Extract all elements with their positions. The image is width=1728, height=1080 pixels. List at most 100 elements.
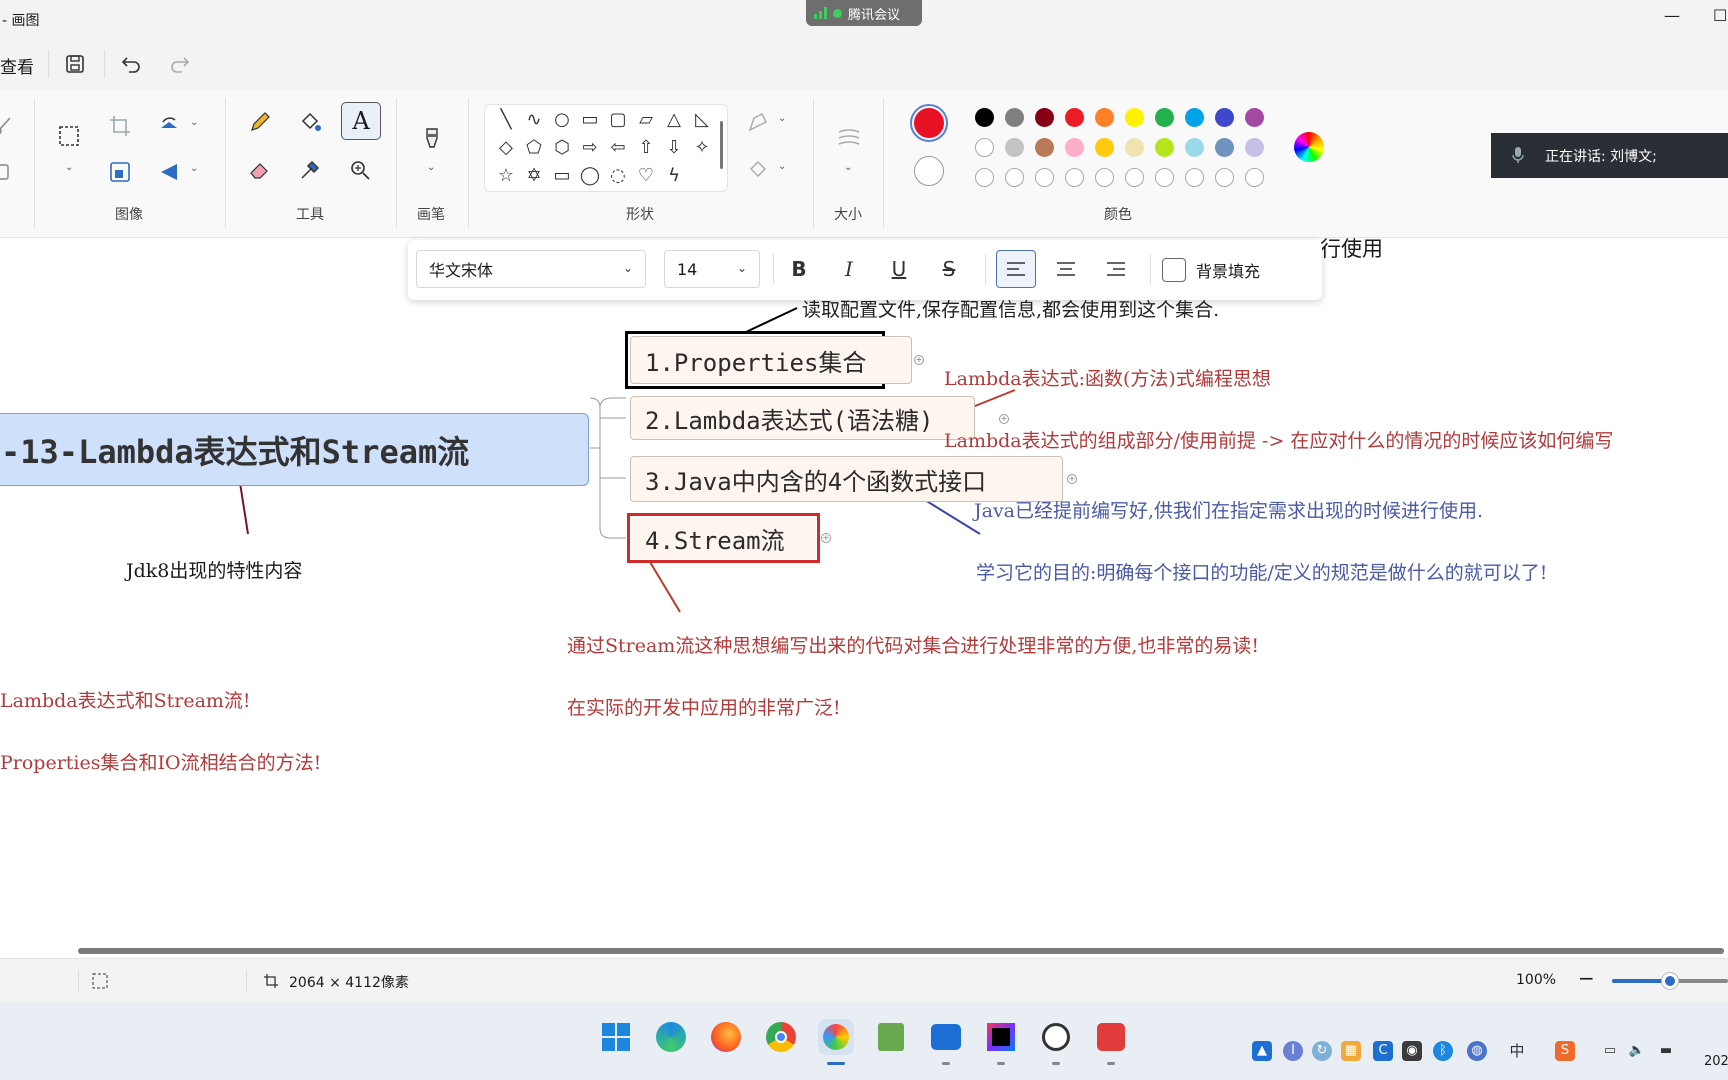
tray-photos-icon[interactable]: ▲	[1252, 1041, 1272, 1061]
outline-icon[interactable]	[744, 108, 772, 136]
lightning-shape-icon[interactable]: ϟ	[663, 165, 685, 187]
diamond-shape-icon[interactable]: ◇	[495, 137, 517, 159]
right-arrow-shape-icon[interactable]: ⇨	[579, 137, 601, 159]
color-swatch[interactable]	[1125, 108, 1144, 127]
primary-color-button[interactable]	[910, 104, 948, 142]
start-icon[interactable]	[598, 1019, 634, 1055]
maximize-button[interactable]: ☐	[1713, 6, 1727, 25]
notepad-icon[interactable]	[873, 1019, 909, 1055]
up-arrow-shape-icon[interactable]: ⇧	[635, 137, 657, 159]
crop-icon[interactable]	[106, 112, 134, 140]
redo-icon[interactable]	[168, 52, 192, 76]
color-swatch[interactable]	[1005, 138, 1024, 157]
tray-nvidia-icon[interactable]: ◉	[1402, 1041, 1422, 1061]
color-swatch[interactable]	[1245, 108, 1264, 127]
color-swatch[interactable]	[1215, 138, 1234, 157]
polygon-shape-icon[interactable]: ▱	[635, 109, 657, 131]
photos-icon[interactable]	[928, 1019, 964, 1065]
six-point-star-shape-icon[interactable]: ✡	[523, 165, 545, 187]
custom-color-slot[interactable]	[1215, 168, 1234, 187]
five-point-star-shape-icon[interactable]: ☆	[495, 165, 517, 187]
chevron-down-icon[interactable]: ⌄	[844, 162, 852, 173]
line-shape-icon[interactable]: ╲	[495, 109, 517, 131]
edit-colors-icon[interactable]	[1294, 132, 1324, 162]
edge-browser-icon[interactable]	[653, 1019, 689, 1055]
shape-fill-icon[interactable]	[744, 156, 772, 184]
rectangle-shape-icon[interactable]: ▭	[579, 109, 601, 131]
zoom-slider-handle[interactable]	[1661, 972, 1679, 990]
custom-color-slot[interactable]	[1005, 168, 1024, 187]
tray-wps-icon[interactable]: S	[1555, 1041, 1575, 1061]
color-swatch[interactable]	[1065, 138, 1084, 157]
pencil-icon[interactable]	[246, 108, 274, 136]
oval-shape-icon[interactable]: ○	[551, 109, 573, 131]
eraser-icon[interactable]	[246, 156, 274, 184]
callout-oval-shape-icon[interactable]: ◯	[579, 165, 601, 187]
background-fill-checkbox[interactable]	[1162, 258, 1186, 282]
custom-color-slot[interactable]	[1155, 168, 1174, 187]
color-swatch[interactable]	[1065, 108, 1084, 127]
magnifier-icon[interactable]	[346, 156, 374, 184]
tray-meeting-icon[interactable]: C	[1373, 1041, 1393, 1061]
zoom-out-button[interactable]: −	[1578, 966, 1595, 990]
color-swatch[interactable]	[1005, 108, 1024, 127]
undo-icon[interactable]	[119, 52, 143, 76]
font-size-dropdown[interactable]: 14 ⌄	[664, 250, 760, 288]
right-triangle-shape-icon[interactable]: ◺	[691, 109, 713, 131]
paint-app-icon[interactable]	[818, 1019, 854, 1065]
xmind-icon[interactable]	[1093, 1019, 1129, 1065]
expand-icon[interactable]: +	[999, 414, 1009, 424]
bold-button[interactable]: B	[779, 250, 819, 288]
color-swatch[interactable]	[1095, 108, 1114, 127]
expand-icon[interactable]: +	[914, 355, 924, 365]
chevron-down-icon[interactable]: ⌄	[778, 161, 786, 172]
cut-icon[interactable]	[0, 112, 18, 140]
save-icon[interactable]	[63, 52, 87, 76]
fill-icon[interactable]	[296, 108, 324, 136]
callout-rect-shape-icon[interactable]: ▭	[551, 165, 573, 187]
chrome-icon[interactable]	[763, 1019, 799, 1055]
custom-color-slot[interactable]	[1095, 168, 1114, 187]
node-stream[interactable]: 4.Stream流	[631, 517, 816, 559]
align-right-button[interactable]	[1096, 250, 1136, 288]
tray-app-icon[interactable]: I	[1283, 1041, 1303, 1061]
color-picker-icon[interactable]	[296, 156, 324, 184]
underline-button[interactable]: U	[879, 250, 919, 288]
custom-color-slot[interactable]	[975, 168, 994, 187]
firefox-icon[interactable]	[708, 1019, 744, 1055]
select-icon[interactable]	[55, 122, 83, 150]
color-swatch[interactable]	[1185, 108, 1204, 127]
strikethrough-button[interactable]: S	[929, 250, 969, 288]
callout-cloud-shape-icon[interactable]: ◌	[607, 165, 629, 187]
tray-sync-icon[interactable]: ↻	[1312, 1041, 1332, 1061]
color-swatch[interactable]	[1095, 138, 1114, 157]
tray-store-icon[interactable]: ▦	[1341, 1041, 1361, 1061]
color-swatch[interactable]	[1215, 108, 1234, 127]
color-swatch[interactable]	[1245, 138, 1264, 157]
volume-icon[interactable]: 🔈	[1627, 1041, 1647, 1061]
color-swatch[interactable]	[1185, 138, 1204, 157]
text-tool-button[interactable]: A	[341, 102, 381, 140]
custom-color-slot[interactable]	[1125, 168, 1144, 187]
central-topic-node[interactable]: -13-Lambda表达式和Stream流	[0, 413, 589, 486]
zoom-slider[interactable]	[1612, 972, 1728, 990]
clock-app-icon[interactable]	[1038, 1019, 1074, 1065]
heart-shape-icon[interactable]: ♡	[635, 165, 657, 187]
expand-icon[interactable]: +	[1067, 474, 1077, 484]
italic-button[interactable]: I	[829, 250, 869, 288]
rotate-icon[interactable]	[155, 112, 183, 140]
copy-icon[interactable]	[0, 158, 18, 186]
network-icon[interactable]: ▭	[1600, 1041, 1620, 1061]
curve-shape-icon[interactable]: ∿	[523, 109, 545, 131]
chevron-down-icon[interactable]: ⌄	[190, 163, 198, 174]
meeting-badge[interactable]: 腾讯会议	[806, 0, 922, 26]
secondary-color-button[interactable]	[914, 156, 944, 186]
flip-icon[interactable]	[155, 158, 183, 186]
color-swatch[interactable]	[1155, 108, 1174, 127]
four-point-star-shape-icon[interactable]: ✧	[691, 137, 713, 159]
view-menu[interactable]: 查看	[0, 53, 34, 78]
chevron-down-icon[interactable]: ⌄	[190, 117, 198, 128]
custom-color-slot[interactable]	[1065, 168, 1084, 187]
chevron-down-icon[interactable]: ⌄	[427, 162, 435, 173]
color-swatch[interactable]	[975, 138, 994, 157]
